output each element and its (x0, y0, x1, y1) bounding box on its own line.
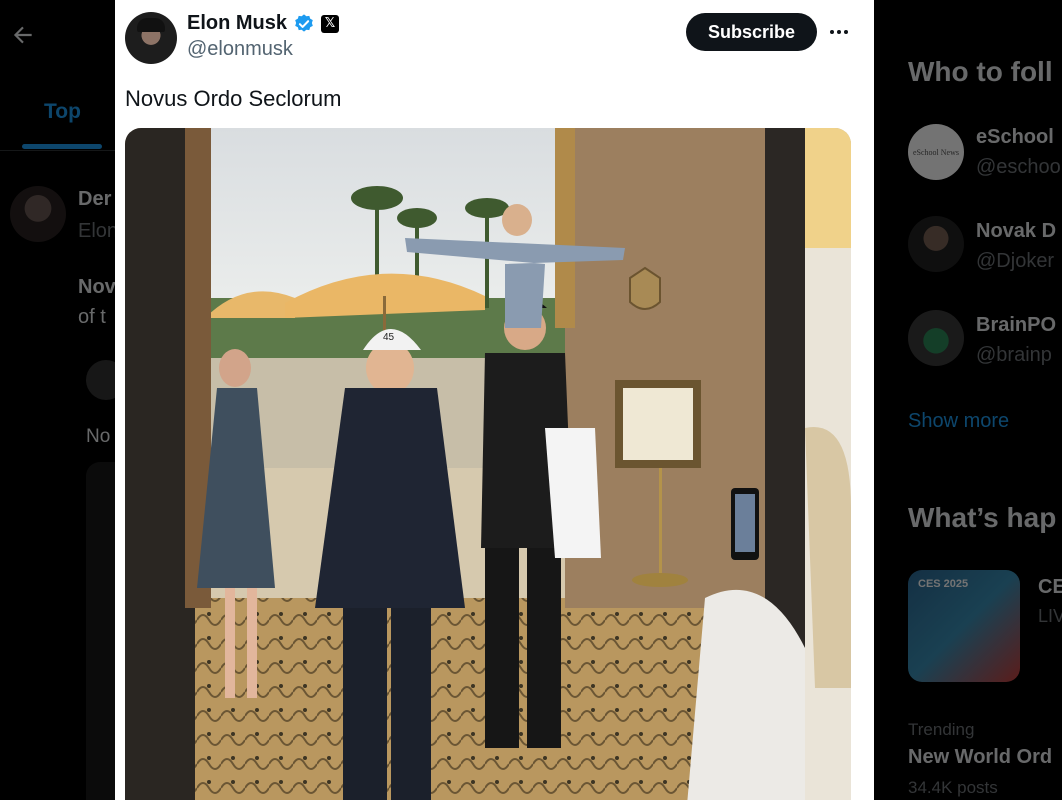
post-text-line: Nov (78, 276, 116, 298)
photo-illustration: 45 (125, 128, 851, 800)
tweet-photo[interactable]: 45 (125, 128, 851, 800)
avatar[interactable] (908, 216, 964, 272)
follow-suggestion-handle[interactable]: @Djoker (976, 250, 1054, 273)
follow-suggestion-name[interactable]: eSchool (976, 126, 1054, 149)
author-row: Elon Musk 𝕏 (187, 12, 340, 35)
avatar-cap-shape (137, 18, 165, 32)
trend-count: 34.4K posts (908, 778, 998, 797)
x-logo-icon: 𝕏 (321, 14, 340, 33)
follow-suggestion-handle[interactable]: @eschoo (976, 156, 1061, 179)
avatar[interactable] (908, 310, 964, 366)
follow-suggestion-name[interactable]: BrainPO (976, 314, 1056, 337)
event-subtitle: LIV (1038, 606, 1062, 626)
trend-name[interactable]: New World Ord (908, 746, 1052, 769)
author-name[interactable]: Elon Musk (187, 12, 287, 35)
tweet-card: Elon Musk 𝕏 @elonmusk Subscribe Novus Or… (115, 0, 874, 800)
follow-suggestion-name[interactable]: Novak D (976, 220, 1056, 243)
event-title[interactable]: CE (1038, 576, 1062, 599)
event-thumbnail[interactable]: CES 2025 (908, 570, 1020, 682)
show-more-link[interactable]: Show more (908, 410, 1009, 433)
avatar[interactable] (10, 186, 66, 242)
tab-active-indicator (22, 144, 102, 149)
divider (0, 150, 116, 151)
event-thumbnail-label: CES 2025 (918, 578, 969, 590)
subscribe-button[interactable]: Subscribe (686, 13, 817, 51)
trend-label: Trending (908, 720, 975, 739)
post-text-line: of t (78, 306, 106, 328)
avatar[interactable]: eSchool News (908, 124, 964, 180)
avatar[interactable] (125, 12, 177, 64)
cap-text: 45 (383, 332, 395, 343)
follow-suggestion-handle[interactable]: @brainp (976, 344, 1052, 367)
verified-badge-icon[interactable] (293, 13, 315, 35)
tweet-text: Novus Ordo Seclorum (125, 86, 342, 111)
tab-top[interactable]: Top (44, 100, 81, 124)
whats-happening-title: What’s hap (908, 502, 1057, 533)
back-arrow-icon[interactable] (10, 22, 36, 48)
more-horizontal-icon[interactable] (827, 22, 851, 42)
reply-text: No (86, 426, 111, 447)
who-to-follow-title: Who to foll (908, 56, 1053, 87)
post-author-handle[interactable]: Elon (78, 220, 118, 243)
post-author-name[interactable]: Der (78, 188, 111, 211)
eschool-logo-text: eSchool News (913, 147, 959, 157)
author-handle[interactable]: @elonmusk (187, 38, 293, 61)
